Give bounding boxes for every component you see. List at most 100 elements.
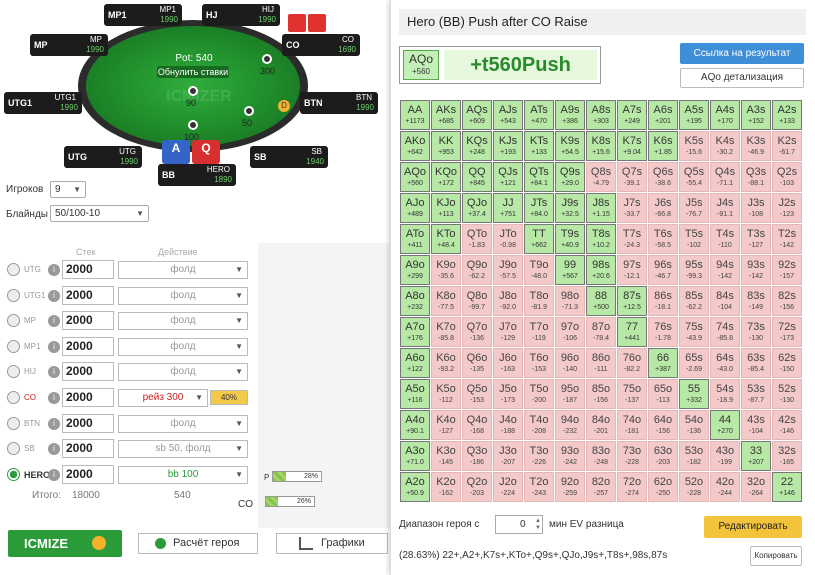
hand-cell[interactable]: A3o +71.0: [400, 441, 430, 471]
hand-cell[interactable]: A6s +201: [648, 100, 678, 130]
hand-cell[interactable]: Q7s -39.1: [617, 162, 647, 192]
hand-cell[interactable]: KTs +133: [524, 131, 554, 161]
info-icon[interactable]: i: [48, 264, 60, 276]
hand-cell[interactable]: 76s -1.78: [648, 317, 678, 347]
stack-input[interactable]: 2000: [62, 439, 114, 459]
stack-input[interactable]: 2000: [62, 413, 114, 433]
seat-hero[interactable]: BB HERO 1890: [158, 164, 236, 186]
hand-cell[interactable]: AA +1173: [400, 100, 430, 130]
hero-radio[interactable]: [7, 391, 20, 404]
hand-cell[interactable]: QJo +37.4: [462, 193, 492, 223]
hand-cell[interactable]: A9s +386: [555, 100, 585, 130]
info-icon[interactable]: i: [48, 468, 60, 481]
hand-cell[interactable]: 32s -165: [772, 441, 802, 471]
stack-input[interactable]: 2000: [62, 285, 114, 305]
hand-cell[interactable]: K5o -112: [431, 379, 461, 409]
hand-cell[interactable]: J5o -173: [493, 379, 523, 409]
hand-cell[interactable]: J6s -66.8: [648, 193, 678, 223]
action-select[interactable]: bb 100 ▼: [118, 465, 248, 484]
hand-cell[interactable]: 82s -156: [772, 286, 802, 316]
hand-cell[interactable]: 74o -181: [617, 410, 647, 440]
copy-button[interactable]: Копировать: [750, 546, 802, 566]
hand-cell[interactable]: 42o -244: [710, 472, 740, 502]
hand-cell[interactable]: A6o +122: [400, 348, 430, 378]
hand-cell[interactable]: Q9o -62.2: [462, 255, 492, 285]
seat-mp1[interactable]: MP1 MP1 1990: [104, 4, 182, 26]
hand-cell[interactable]: T5s -102: [679, 224, 709, 254]
ev-threshold-input[interactable]: 0 ▲ ▼: [495, 515, 543, 534]
hand-cell[interactable]: QQ +845: [462, 162, 492, 192]
hand-cell[interactable]: A9o +299: [400, 255, 430, 285]
hand-cell[interactable]: 33 +207: [741, 441, 771, 471]
hand-cell[interactable]: 86o -111: [586, 348, 616, 378]
hand-cell[interactable]: K3s -46.9: [741, 131, 771, 161]
hand-cell[interactable]: 32o -264: [741, 472, 771, 502]
reset-bets-button[interactable]: Обнулить ставки: [157, 66, 229, 78]
hand-cell[interactable]: TT +662: [524, 224, 554, 254]
seat-utg[interactable]: UTG UTG 1990: [64, 146, 142, 168]
hand-cell[interactable]: K6s +1.85: [648, 131, 678, 161]
result-link-button[interactable]: Ссылка на результат: [680, 43, 804, 64]
action-select[interactable]: фолд ▼: [118, 337, 248, 356]
hand-cell[interactable]: 97o -106: [555, 317, 585, 347]
hand-cell[interactable]: J8s +1.15: [586, 193, 616, 223]
hand-cell[interactable]: J3s -108: [741, 193, 771, 223]
action-select[interactable]: фолд ▼: [118, 363, 248, 382]
hand-cell[interactable]: T8s +10.2: [586, 224, 616, 254]
seat-mp[interactable]: MP MP 1990: [30, 34, 108, 56]
hand-cell[interactable]: J8o -92.0: [493, 286, 523, 316]
hand-cell[interactable]: K5s -15.6: [679, 131, 709, 161]
icmize-button[interactable]: ICMIZE: [8, 530, 122, 557]
hand-cell[interactable]: 54s -18.9: [710, 379, 740, 409]
hand-cell[interactable]: KJs +193: [493, 131, 523, 161]
action-select[interactable]: sb 50, фолд ▼: [118, 440, 248, 459]
action-select[interactable]: фолд ▼: [118, 414, 248, 433]
hand-cell[interactable]: T7s -24.3: [617, 224, 647, 254]
hand-cell[interactable]: 43s -104: [741, 410, 771, 440]
hand-cell[interactable]: 53o -182: [679, 441, 709, 471]
info-icon[interactable]: i: [48, 366, 60, 379]
hand-cell[interactable]: 42s -146: [772, 410, 802, 440]
hand-cell[interactable]: 93o -242: [555, 441, 585, 471]
hand-cell[interactable]: J7s -33.7: [617, 193, 647, 223]
hand-cell[interactable]: A2s +133: [772, 100, 802, 130]
hand-cell[interactable]: A8o +232: [400, 286, 430, 316]
hand-cell[interactable]: T8o -81.9: [524, 286, 554, 316]
hand-cell[interactable]: 95s -99.3: [679, 255, 709, 285]
hand-cell[interactable]: T4s -110: [710, 224, 740, 254]
hand-cell[interactable]: Q9s +29.0: [555, 162, 585, 192]
hand-cell[interactable]: Q2o -203: [462, 472, 492, 502]
hand-cell[interactable]: A4o +90.1: [400, 410, 430, 440]
hand-cell[interactable]: AQs +609: [462, 100, 492, 130]
hand-cell[interactable]: 92o -259: [555, 472, 585, 502]
hand-cell[interactable]: A7s +249: [617, 100, 647, 130]
seat-co[interactable]: CO CO 1690: [282, 34, 360, 56]
hand-cell[interactable]: 64o -156: [648, 410, 678, 440]
action-select[interactable]: фолд ▼: [118, 286, 248, 305]
hand-cell[interactable]: JTs +84.0: [524, 193, 554, 223]
hand-cell[interactable]: T7o -119: [524, 317, 554, 347]
hand-cell[interactable]: Q6s -38.6: [648, 162, 678, 192]
hand-cell[interactable]: J4o -188: [493, 410, 523, 440]
info-icon[interactable]: i: [48, 289, 60, 302]
hand-cell[interactable]: T3o -226: [524, 441, 554, 471]
hand-cell[interactable]: 96o -140: [555, 348, 585, 378]
hand-cell[interactable]: 75o -137: [617, 379, 647, 409]
hand-cell[interactable]: 52s -130: [772, 379, 802, 409]
hand-cell[interactable]: AKs +685: [431, 100, 461, 130]
hand-cell[interactable]: T2s -142: [772, 224, 802, 254]
info-icon[interactable]: i: [48, 392, 60, 404]
hand-cell[interactable]: Q2s -103: [772, 162, 802, 192]
hand-cell[interactable]: 98o -71.3: [555, 286, 585, 316]
hand-cell[interactable]: 62s -150: [772, 348, 802, 378]
hand-cell[interactable]: K8o -77.5: [431, 286, 461, 316]
hand-cell[interactable]: 74s -85.8: [710, 317, 740, 347]
hand-cell[interactable]: A7o +176: [400, 317, 430, 347]
hero-radio[interactable]: [7, 416, 20, 430]
stack-input[interactable]: 2000: [62, 362, 114, 382]
hero-radio[interactable]: [7, 442, 20, 456]
hand-cell[interactable]: 85s -62.2: [679, 286, 709, 316]
hand-cell[interactable]: 52o -228: [679, 472, 709, 502]
hand-cell[interactable]: 95o -187: [555, 379, 585, 409]
hand-cell[interactable]: 63s -85.4: [741, 348, 771, 378]
